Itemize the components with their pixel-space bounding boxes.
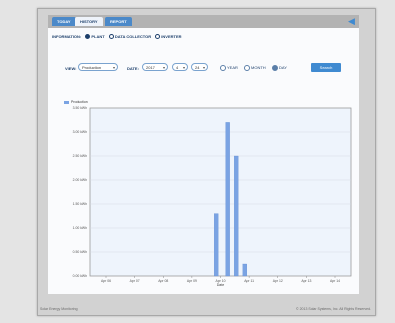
bar: [214, 213, 219, 277]
y-tick-label: 1.00 kWh: [73, 226, 87, 230]
breadcrumb-plant[interactable]: PLANT: [91, 34, 104, 39]
radio-data-collector[interactable]: [108, 34, 114, 40]
radio-circle-icon: [272, 65, 278, 71]
date-label: DATE:: [127, 66, 139, 71]
chevron-down-icon: ▾: [112, 65, 115, 70]
breadcrumb-inverter[interactable]: INVERTER: [161, 34, 181, 39]
y-tick-label: 1.50 kWh: [73, 202, 87, 206]
x-tick-label: Apr 12: [273, 279, 283, 283]
tab-bar: TODAY HISTORY REPORT ◀: [48, 15, 359, 28]
day-select[interactable]: 24 ▾: [191, 63, 208, 71]
y-tick-label: 3.50 kWh: [73, 106, 87, 110]
bar: [242, 263, 247, 277]
chevron-down-icon: ▾: [162, 65, 165, 70]
search-button[interactable]: Search: [311, 63, 341, 72]
breadcrumb-data-collector[interactable]: DATA COLLECTOR: [115, 34, 151, 39]
tab-report[interactable]: REPORT: [105, 17, 132, 26]
filter-bar: VIEW: Production ▾ DATE: 2017 ▾ 4 ▾ 24 ▾…: [48, 62, 359, 74]
chevron-down-icon: ▾: [182, 65, 185, 70]
view-select[interactable]: Production ▾: [78, 63, 118, 71]
view-select-value: Production: [82, 65, 102, 70]
radio-day-label: DAY: [279, 65, 287, 71]
year-select-value: 2017: [146, 65, 155, 70]
x-tick-label: Apr 09: [187, 279, 197, 283]
chevron-down-icon: ▾: [202, 65, 205, 70]
radio-day[interactable]: DAY: [272, 65, 287, 71]
x-axis-label: Date: [217, 283, 225, 287]
tab-history[interactable]: HISTORY: [75, 17, 103, 26]
y-tick-label: 3.00 kWh: [73, 130, 87, 134]
bar: [225, 122, 230, 277]
bar: [234, 155, 239, 277]
footer-right: © 2013 Solar Systems, Inc. All Rights Re…: [296, 307, 371, 311]
month-select[interactable]: 4 ▾: [172, 63, 188, 71]
x-tick-label: Apr 07: [130, 279, 140, 283]
x-tick-label: Apr 13: [301, 279, 311, 283]
footer-left: Solar Energy Monitoring: [40, 307, 78, 311]
radio-circle-icon: [220, 65, 226, 71]
radio-plant[interactable]: [85, 34, 91, 40]
footer: Solar Energy Monitoring © 2013 Solar Sys…: [38, 304, 375, 314]
radio-year[interactable]: YEAR: [220, 65, 238, 71]
back-arrow-icon[interactable]: ◀: [347, 17, 356, 26]
radio-year-label: YEAR: [227, 65, 238, 71]
y-tick-label: 2.50 kWh: [73, 154, 87, 158]
radio-inverter[interactable]: [155, 34, 161, 40]
x-tick-label: Apr 08: [158, 279, 168, 283]
year-select[interactable]: 2017 ▾: [142, 63, 168, 71]
y-tick-label: 0.00 kWh: [73, 274, 87, 278]
radio-month-label: MONTH: [251, 65, 266, 71]
x-tick-label: Apr 14: [330, 279, 340, 283]
month-select-value: 4: [176, 65, 179, 70]
tab-today[interactable]: TODAY: [52, 17, 76, 26]
breadcrumb: INFORMATION: PLANT DATA COLLECTOR INVERT…: [52, 34, 182, 40]
x-tick-label: Apr 06: [101, 279, 111, 283]
plot-area: [89, 107, 352, 277]
y-tick-label: 0.50 kWh: [73, 250, 87, 254]
radio-month[interactable]: MONTH: [244, 65, 266, 71]
y-tick-label: 2.00 kWh: [73, 178, 87, 182]
browser-frame: TODAY HISTORY REPORT ◀ INFORMATION: PLAN…: [37, 8, 376, 316]
day-select-value: 24: [195, 65, 200, 70]
view-label: VIEW:: [65, 66, 77, 71]
production-chart: 0.00 kWh 0.50 kWh 1.00 kWh 1.50 kWh 2.00 kWh…: [73, 106, 352, 287]
x-tick-label: Apr 11: [244, 279, 254, 283]
history-panel: INFORMATION: PLANT DATA COLLECTOR INVERT…: [48, 28, 359, 294]
radio-circle-icon: [244, 65, 250, 71]
breadcrumb-label: INFORMATION:: [52, 34, 82, 39]
